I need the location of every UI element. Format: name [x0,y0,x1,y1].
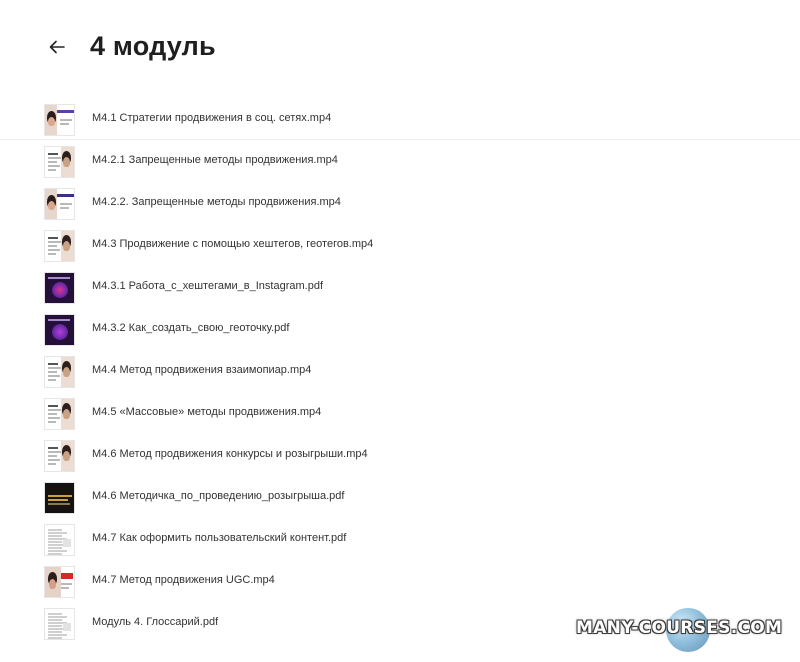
file-name: M4.1 Стратегии продвижения в соц. сетях.… [92,112,332,124]
file-name: Модуль 4. Глоссарий.pdf [92,616,219,628]
file-name: M4.7 Метод продвижения UGC.mp4 [92,574,275,586]
file-row[interactable]: M4.1 Стратегии продвижения в соц. сетях.… [0,98,800,140]
file-name: M4.3.2 Как_создать_свою_геоточку.pdf [92,322,290,334]
file-name: M4.6 Методичка_по_проведению_розыгрыша.p… [92,490,345,502]
file-name: M4.6 Метод продвижения конкурсы и розыгр… [92,448,368,460]
file-thumbnail [44,398,75,430]
file-name: M4.5 «Массовые» методы продвижения.mp4 [92,406,322,418]
file-name: M4.3 Продвижение с помощью хештегов, гео… [92,238,374,250]
file-thumbnail [44,566,75,598]
file-row[interactable]: M4.2.1 Запрещенные методы продвижения.mp… [0,140,800,182]
file-name: M4.7 Как оформить пользовательский конте… [92,532,347,544]
back-button[interactable] [44,34,70,60]
file-row[interactable]: M4.2.2. Запрещенные методы продвижения.m… [0,182,800,224]
watermark-text: MANY-COURSES.COM [576,618,783,638]
file-thumbnail [44,104,75,136]
file-thumbnail [44,482,75,514]
file-name: M4.4 Метод продвижения взаимопиар.mp4 [92,364,312,376]
file-name: M4.2.1 Запрещенные методы продвижения.mp… [92,154,338,166]
file-list: M4.1 Стратегии продвижения в соц. сетях.… [0,98,800,644]
file-row[interactable]: M4.3.2 Как_создать_свою_геоточку.pdf [0,308,800,350]
file-thumbnail [44,440,75,472]
file-thumbnail [44,608,75,640]
file-thumbnail [44,146,75,178]
file-row[interactable]: M4.6 Метод продвижения конкурсы и розыгр… [0,434,800,476]
file-thumbnail [44,524,75,556]
file-row[interactable]: M4.3.1 Работа_с_хештегами_в_Instagram.pd… [0,266,800,308]
page-title: 4 модуль [90,31,216,61]
file-row[interactable]: M4.6 Методичка_по_проведению_розыгрыша.p… [0,476,800,518]
file-name: M4.3.1 Работа_с_хештегами_в_Instagram.pd… [92,280,323,292]
file-thumbnail [44,272,75,304]
file-name: M4.2.2. Запрещенные методы продвижения.m… [92,196,341,208]
watermark: MANY-COURSES.COM [576,604,798,656]
file-row[interactable]: M4.7 Метод продвижения UGC.mp4 [0,560,800,602]
file-row[interactable]: M4.5 «Массовые» методы продвижения.mp4 [0,392,800,434]
arrow-left-icon [49,40,65,54]
file-thumbnail [44,188,75,220]
file-thumbnail [44,314,75,346]
file-thumbnail [44,356,75,388]
file-row[interactable]: M4.4 Метод продвижения взаимопиар.mp4 [0,350,800,392]
page-header: 4 модуль [0,0,800,92]
file-thumbnail [44,230,75,262]
file-row[interactable]: M4.7 Как оформить пользовательский конте… [0,518,800,560]
file-row[interactable]: M4.3 Продвижение с помощью хештегов, гео… [0,224,800,266]
